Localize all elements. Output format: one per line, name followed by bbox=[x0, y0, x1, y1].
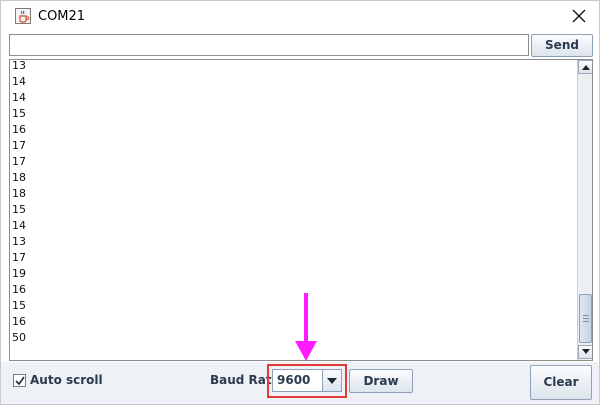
output-line: 13 bbox=[12, 235, 26, 248]
output-line: 17 bbox=[12, 155, 26, 168]
output-line: 19 bbox=[12, 267, 26, 280]
output-line: 16 bbox=[12, 315, 26, 328]
output-line: 14 bbox=[12, 75, 26, 88]
scroll-thumb[interactable] bbox=[579, 294, 592, 343]
vertical-scrollbar[interactable] bbox=[577, 60, 592, 360]
output-line: 17 bbox=[12, 251, 26, 264]
bottom-toolbar: Auto scroll Baud Rate 9600 Draw Clear bbox=[1, 362, 599, 404]
output-line: 18 bbox=[12, 187, 26, 200]
autoscroll-checkbox[interactable] bbox=[13, 374, 26, 387]
window-title: COM21 bbox=[38, 9, 86, 24]
output-line: 17 bbox=[12, 139, 26, 152]
title-bar: COM21 bbox=[1, 1, 599, 32]
grip-line bbox=[583, 315, 589, 316]
output-line: 14 bbox=[12, 91, 26, 104]
output-line: 13 bbox=[12, 59, 26, 72]
annotation-arrow bbox=[295, 293, 317, 361]
output-line: 15 bbox=[12, 203, 26, 216]
output-line: 18 bbox=[12, 171, 26, 184]
highlight-box bbox=[267, 364, 347, 398]
draw-button[interactable]: Draw bbox=[349, 369, 413, 393]
grip-line bbox=[583, 321, 589, 322]
grip-line bbox=[583, 318, 589, 319]
clear-button[interactable]: Clear bbox=[530, 365, 592, 400]
close-button[interactable] bbox=[567, 5, 591, 27]
autoscroll-label[interactable]: Auto scroll bbox=[30, 373, 103, 387]
output-line: 15 bbox=[12, 107, 26, 120]
java-cup-icon bbox=[15, 8, 31, 24]
scroll-up-button[interactable] bbox=[578, 60, 592, 74]
output-line: 16 bbox=[12, 123, 26, 136]
output-line: 14 bbox=[12, 219, 26, 232]
send-input[interactable] bbox=[9, 34, 529, 56]
serial-monitor-window: COM21 Send 13 14 14 15 16 17 17 18 18 15 14 13 17 19 1… bbox=[0, 0, 600, 405]
output-line: 16 bbox=[12, 283, 26, 296]
output-line: 15 bbox=[12, 299, 26, 312]
output-lines: 13 14 14 15 16 17 17 18 18 15 14 13 17 19 16 15 16 50 bbox=[12, 59, 572, 346]
scroll-down-button[interactable] bbox=[578, 345, 592, 359]
output-line: 50 bbox=[12, 331, 26, 344]
send-button[interactable]: Send bbox=[531, 34, 593, 57]
